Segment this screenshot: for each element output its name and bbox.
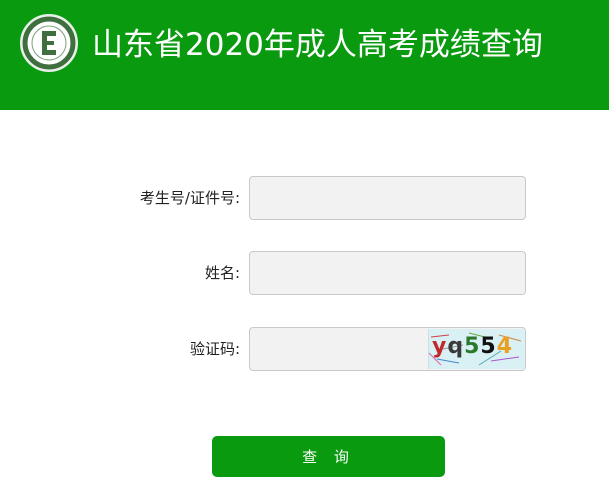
page-title: 山东省2020年成人高考成绩查询 xyxy=(92,27,543,63)
captcha-label: 验证码: xyxy=(189,340,240,358)
exam-id-input[interactable] xyxy=(249,176,526,220)
captcha-char: y xyxy=(432,334,448,359)
captcha-char: 5 xyxy=(464,334,481,359)
name-label: 姓名: xyxy=(204,264,240,282)
captcha-char: 5 xyxy=(480,334,497,359)
captcha-code: yq554 xyxy=(432,334,513,359)
captcha-char: q xyxy=(447,334,465,359)
school-logo-icon xyxy=(20,14,78,72)
page-header: 山东省2020年成人高考成绩查询 xyxy=(0,0,609,110)
captcha-char: 4 xyxy=(496,334,514,359)
exam-id-label: 考生号/证件号: xyxy=(139,189,240,207)
query-button[interactable]: 查 询 xyxy=(212,436,445,477)
captcha-image[interactable]: yq554 xyxy=(428,329,525,369)
name-input[interactable] xyxy=(249,251,526,295)
